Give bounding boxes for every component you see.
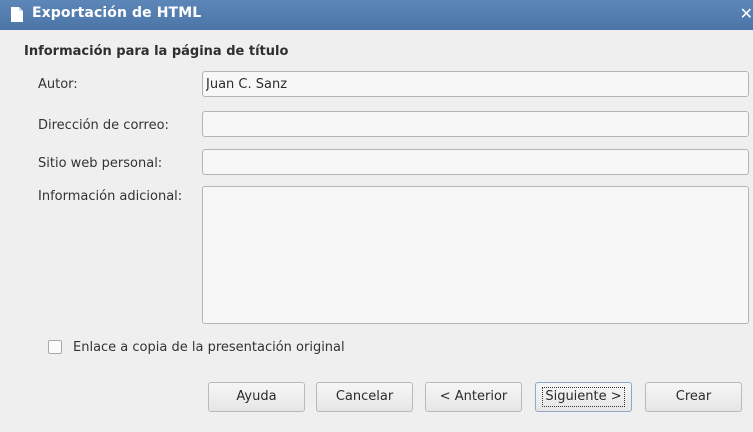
help-button[interactable]: Ayuda	[208, 382, 305, 412]
original-link-label[interactable]: Enlace a copia de la presentación origin…	[73, 340, 345, 355]
close-icon[interactable]: ✕	[739, 4, 753, 24]
section-heading: Información para la página de título	[24, 44, 289, 59]
original-link-checkbox[interactable]	[48, 340, 62, 354]
website-field[interactable]	[202, 149, 749, 175]
cancel-button[interactable]: Cancelar	[316, 382, 413, 412]
create-button[interactable]: Crear	[645, 382, 742, 412]
next-button[interactable]: Siguiente >	[535, 382, 632, 412]
title-bar: Exportación de HTML ✕	[0, 0, 753, 30]
website-label: Sitio web personal:	[38, 156, 163, 171]
original-link-row[interactable]: Enlace a copia de la presentación origin…	[48, 338, 345, 356]
additional-info-textarea[interactable]	[202, 186, 749, 324]
next-button-label: Siguiente >	[542, 387, 625, 407]
email-label: Dirección de correo:	[38, 118, 169, 133]
window-title: Exportación de HTML	[32, 5, 202, 21]
additional-info-label: Información adicional:	[38, 189, 183, 204]
document-icon	[11, 7, 23, 22]
email-field[interactable]	[202, 111, 749, 137]
author-label: Autor:	[38, 77, 78, 92]
back-button[interactable]: < Anterior	[425, 382, 522, 412]
author-field[interactable]	[202, 71, 749, 97]
